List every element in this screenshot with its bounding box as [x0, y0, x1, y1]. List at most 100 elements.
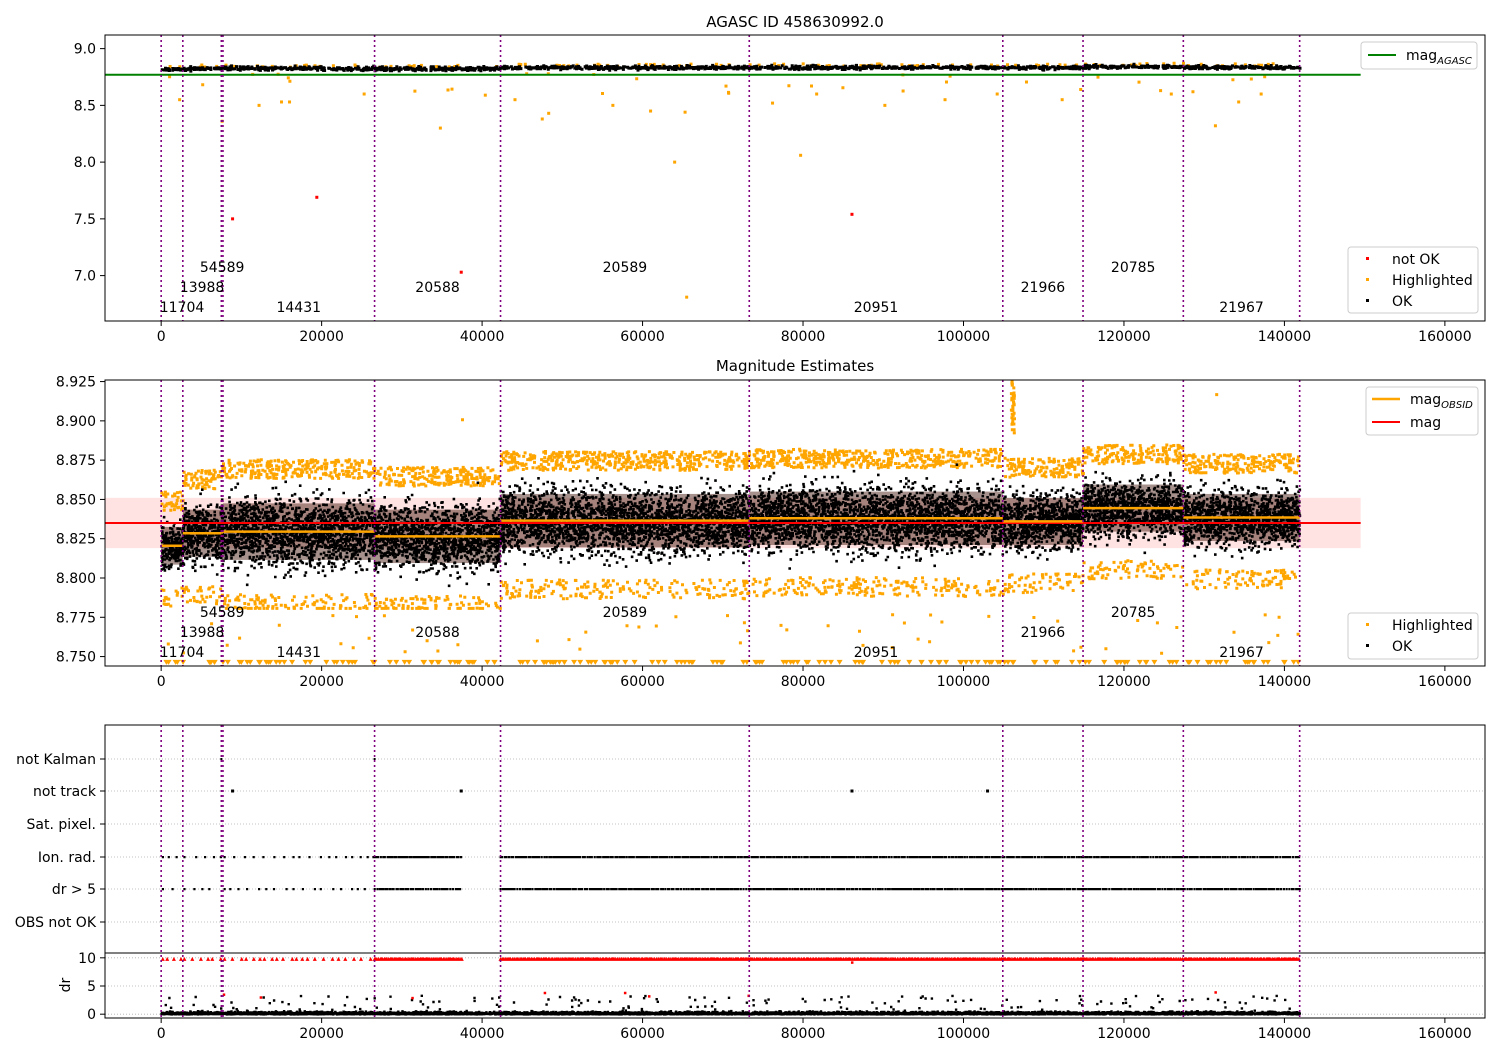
- dr-axis-label: dr: [58, 977, 74, 992]
- highlighted-outlier: [883, 103, 887, 107]
- y-tick-label: 8.5: [74, 98, 96, 114]
- highlighted-outlier: [1169, 92, 1173, 96]
- highlighted-outlier: [611, 103, 615, 107]
- x-tick-label: 60000: [620, 1026, 665, 1042]
- y-tick-label: 8.775: [56, 610, 96, 626]
- highlighted-outlier: [724, 84, 728, 88]
- y-tick-label: 8.750: [56, 650, 96, 666]
- y-tick-label: 8.925: [56, 375, 96, 391]
- obsid-label: 14431: [276, 645, 321, 661]
- dr-not-ok-point: [647, 995, 651, 998]
- highlighted-outlier: [547, 111, 551, 115]
- x-tick-label: 160000: [1418, 674, 1471, 690]
- not-track-point: [986, 789, 990, 793]
- flag-label: dr > 5: [52, 882, 96, 898]
- flag-label: OBS not OK: [15, 915, 97, 931]
- panel-magnitude-legend-bottom: Highlighted OK: [1347, 612, 1479, 660]
- not-track-point: [850, 789, 854, 793]
- panel-agasc-legend-bottom: not OK Highlighted OK: [1347, 246, 1479, 314]
- obsid-label: 20589: [603, 605, 648, 621]
- x-tick-label: 120000: [1097, 674, 1150, 690]
- x-tick-label: 20000: [299, 329, 344, 345]
- x-tick-label: 40000: [460, 674, 505, 690]
- obsid-label: 20589: [603, 260, 648, 276]
- legend-ok-label: OK: [1392, 294, 1413, 310]
- panel-agasc-title: AGASC ID 458630992.0: [706, 13, 884, 31]
- not-kalman-point: [220, 758, 223, 760]
- x-tick-label: 140000: [1258, 674, 1311, 690]
- obsid-label: 20951: [854, 645, 899, 661]
- y-tick-label: 10: [78, 951, 96, 967]
- obsid-label: 21966: [1021, 280, 1066, 296]
- obsid-label: 20785: [1111, 605, 1156, 621]
- not-track-point: [231, 789, 235, 793]
- obsid-label: 20951: [854, 300, 899, 316]
- panel-magnitude-title: Magnitude Estimates: [716, 357, 874, 375]
- x-tick-label: 60000: [620, 674, 665, 690]
- obsid-label: 54589: [200, 605, 245, 621]
- y-tick-label: 8.0: [74, 155, 96, 171]
- highlighted-outlier: [540, 117, 544, 121]
- dr-not-ok-point: [259, 996, 263, 999]
- x-tick-label: 100000: [937, 674, 990, 690]
- obsid-label: 54589: [200, 260, 245, 276]
- legend-not-ok-label: not OK: [1392, 252, 1440, 268]
- highlighted-outlier: [943, 98, 947, 102]
- x-tick-label: 0: [157, 1026, 166, 1042]
- obsid-label: 20588: [415, 280, 460, 296]
- highlighted-outlier: [1237, 100, 1241, 104]
- x-tick-label: 120000: [1097, 1026, 1150, 1042]
- y-tick-label: 9.0: [74, 42, 96, 58]
- obsid-label: 13988: [180, 280, 225, 296]
- legend-ok-marker: [1366, 644, 1369, 647]
- highlighted-outlier: [1213, 124, 1217, 128]
- highlighted-outlier: [771, 101, 775, 105]
- highlighted-outlier: [178, 98, 182, 102]
- x-tick-label: 160000: [1418, 329, 1471, 345]
- dr-not-ok-point: [411, 996, 414, 1000]
- legend-highlighted-label: Highlighted: [1392, 273, 1473, 289]
- highlighted-outlier: [362, 92, 366, 96]
- y-tick-label: 7.0: [74, 269, 96, 285]
- x-tick-label: 80000: [781, 329, 826, 345]
- obsid-label: 21966: [1021, 625, 1066, 641]
- obsid-label: 21967: [1219, 645, 1264, 661]
- x-tick-label: 120000: [1097, 329, 1150, 345]
- not-kalman-point: [373, 758, 376, 760]
- x-tick-label: 140000: [1258, 329, 1311, 345]
- x-tick-label: 20000: [299, 1026, 344, 1042]
- obsid-label: 14431: [276, 300, 321, 316]
- legend-highlighted-marker: [1366, 278, 1369, 281]
- obsid-label: 11704: [160, 300, 205, 316]
- panel-magnitude-legend-top: magOBSID mag: [1365, 386, 1479, 436]
- flag-label: Sat. pixel.: [27, 817, 96, 833]
- y-tick-label: 0: [87, 1007, 96, 1023]
- highlighted-outlier: [1191, 90, 1195, 94]
- obsid-label: 20785: [1111, 260, 1156, 276]
- x-tick-label: 80000: [781, 674, 826, 690]
- highlighted-outlier: [257, 103, 261, 107]
- x-tick-label: 160000: [1418, 1026, 1471, 1042]
- legend-ok-label: OK: [1392, 639, 1413, 655]
- highlighted-outlier: [685, 295, 689, 299]
- flag-label: not Kalman: [16, 752, 96, 768]
- legend-not-ok-marker: [1366, 257, 1369, 260]
- dr-not-ok-point: [850, 961, 854, 964]
- x-tick-label: 80000: [781, 1026, 826, 1042]
- not-track-point: [459, 789, 463, 793]
- obsid-label: 21967: [1219, 300, 1264, 316]
- highlighted-outlier: [799, 153, 803, 157]
- highlighted-outlier: [513, 98, 517, 102]
- figure: AGASC ID 458630992.0 11704 13988 54589 1443…: [0, 0, 1500, 1050]
- y-tick-label: 8.800: [56, 571, 96, 587]
- dr-not-ok-point: [1214, 991, 1217, 994]
- x-tick-label: 140000: [1258, 1026, 1311, 1042]
- not-ok-point: [231, 217, 235, 221]
- highlighted-outlier: [1060, 98, 1064, 102]
- flag-label: Ion. rad.: [38, 850, 96, 866]
- x-tick-label: 0: [157, 329, 166, 345]
- obsid-label: 11704: [160, 645, 205, 661]
- legend-mag-label: mag: [1410, 415, 1441, 431]
- obsid-label: 20588: [415, 625, 460, 641]
- legend-highlighted-label: Highlighted: [1392, 618, 1473, 634]
